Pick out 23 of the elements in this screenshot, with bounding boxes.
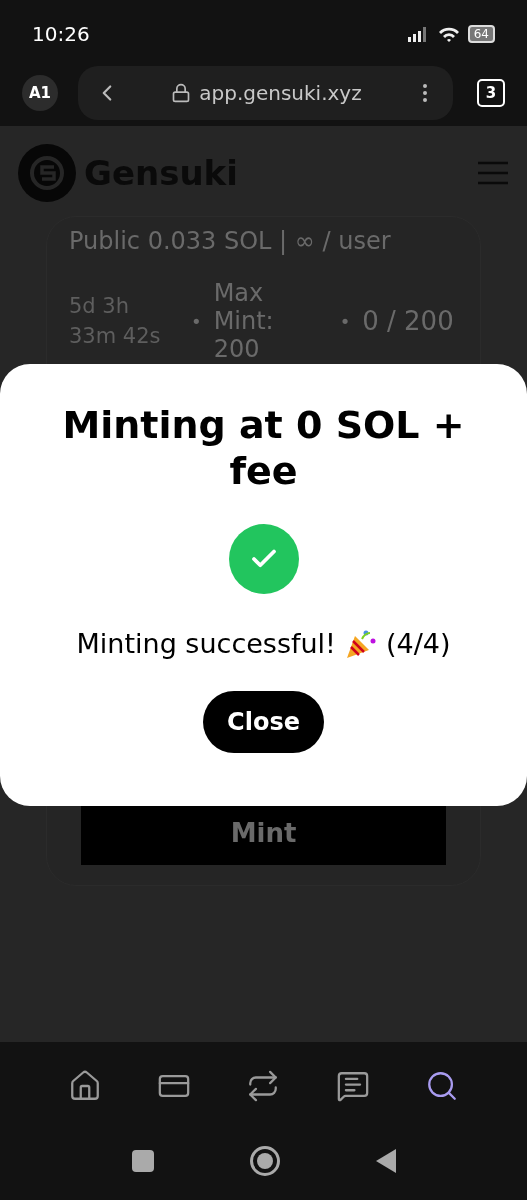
modal-title: Minting at 0 SOL + fee [61,402,466,494]
home-button[interactable] [249,1146,280,1176]
bullet-text: • [191,309,202,334]
max-mint-text: Max Mint: 200 [213,279,275,363]
lock-icon [171,83,192,103]
close-button[interactable]: Close [203,690,324,753]
phase-price: Public 0.033 SOL | ∞ / user [68,226,392,257]
countdown-text: 5d 3h 33m 42s [69,293,162,350]
success-message: Minting successful! [76,627,336,661]
logo-icon [18,144,76,202]
progress-count: (4/4) [385,627,451,661]
back-icon[interactable] [375,1149,396,1173]
wifi-icon [437,25,460,43]
bullet-text: • [339,309,351,334]
profile-avatar[interactable]: A1 [22,75,58,111]
battery-indicator: 64 [467,25,495,43]
status-time: 10:26 [32,21,90,48]
address-bar[interactable]: app.gensuki.xyz [78,66,453,120]
recents-button[interactable] [131,1150,154,1172]
tab-count[interactable]: 3 [477,79,505,107]
chat-icon[interactable] [335,1069,370,1103]
url-text: app.gensuki.xyz [199,80,362,107]
minted-count: 0 / 200 [362,304,454,338]
